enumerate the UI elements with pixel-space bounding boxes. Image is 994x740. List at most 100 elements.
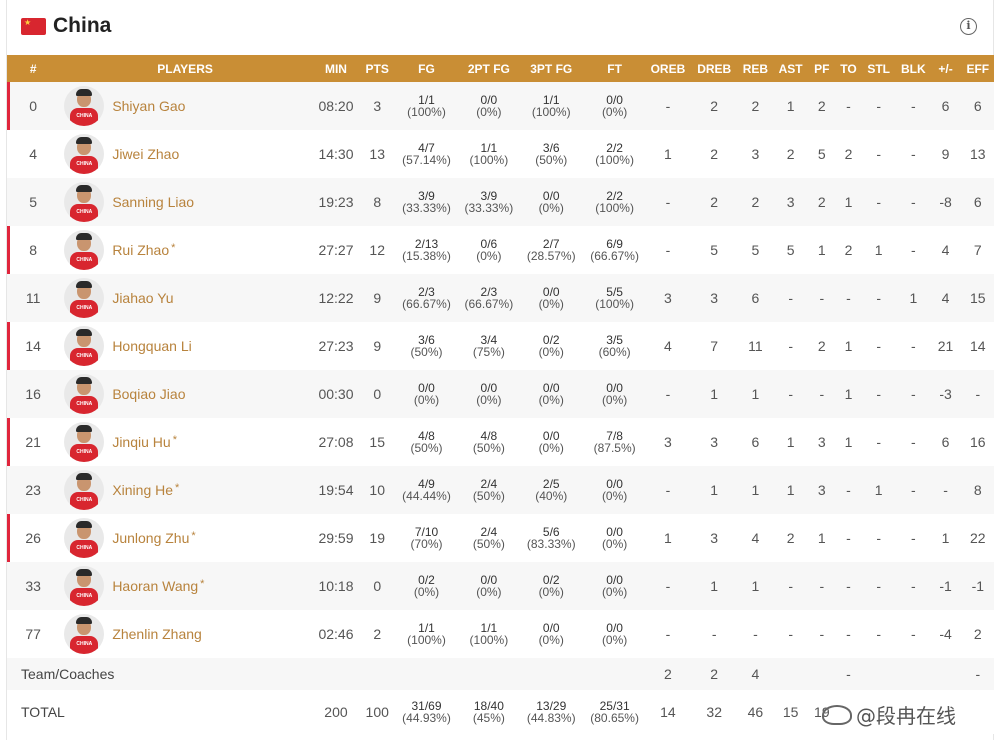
cell-jersey-number: 14 <box>7 322 59 370</box>
cell-pts: 15 <box>369 434 385 450</box>
player-row[interactable]: 21 CHINA Jinqiu Hu * 27:08 15 4/8 (50%) 4/8 (50%)… <box>7 418 994 466</box>
cell-fg: 2/3 (66.67%) <box>402 285 451 311</box>
col-header-stl[interactable]: STL <box>861 55 896 82</box>
player-avatar[interactable]: CHINA <box>64 230 105 270</box>
player-row[interactable]: 23 CHINA Xining He * 19:54 10 4/9 (44.44%) 2/4 (5… <box>7 466 994 514</box>
col-header-dreb[interactable]: DREB <box>691 55 737 82</box>
cell-eff: - <box>975 666 981 682</box>
info-icon[interactable]: i <box>960 18 977 35</box>
cell-reb: 5 <box>751 242 760 258</box>
cell-blk: - <box>911 338 916 354</box>
cell-ft: 6/9 (66.67%) <box>590 237 639 263</box>
cell-jersey-number: 21 <box>7 418 59 466</box>
player-name-link[interactable]: Shiyan Gao <box>112 98 187 114</box>
cell-player: CHINA Junlong Zhu * <box>59 514 311 562</box>
player-name-link[interactable]: Haoran Wang * <box>112 578 204 594</box>
player-name-link[interactable]: Jinqiu Hu * <box>112 434 177 450</box>
cell-reb: 4 <box>751 530 760 546</box>
player-row[interactable]: 5 CHINA Sanning Liao 19:23 8 3/9 (33.33%) 3/9 (3… <box>7 178 994 226</box>
cell-pts: 8 <box>373 194 382 210</box>
col-header-3pt-fg[interactable]: 3PT FG <box>518 55 584 82</box>
cell-reb: 6 <box>751 434 760 450</box>
cell-oreb: 1 <box>664 530 672 546</box>
cell-pf: 1 <box>817 242 826 258</box>
player-row[interactable]: 33 CHINA Haoran Wang * 10:18 0 0/2 (0%) 0/0 (0%) 0… <box>7 562 994 610</box>
cell-eff: 8 <box>973 482 982 498</box>
player-avatar[interactable]: CHINA <box>64 566 105 606</box>
player-row[interactable]: 26 CHINA Junlong Zhu * 29:59 19 7/10 (70%) 2/4 (5… <box>7 514 994 562</box>
col-header-players[interactable]: PLAYERS <box>59 55 311 82</box>
player-row[interactable]: 14 CHINA Hongquan Li 27:23 9 3/6 (50%) 3/4 (75%)… <box>7 322 994 370</box>
player-avatar[interactable]: CHINA <box>64 470 105 510</box>
cell-2pt-fg: 1/1 (100%) <box>469 621 509 647</box>
player-row[interactable]: 0 CHINA Shiyan Gao 08:20 3 1/1 (100%) 0/0 (0%) 1/… <box>7 82 994 130</box>
cell-jersey-number: 0 <box>7 82 59 130</box>
cell-min: 200 <box>324 704 348 720</box>
cell-stl: 1 <box>874 242 883 258</box>
cell-player: CHINA Zhenlin Zhang <box>59 610 311 658</box>
player-avatar[interactable]: CHINA <box>64 422 105 462</box>
player-row[interactable]: 77 CHINA Zhenlin Zhang 02:46 2 1/1 (100%) 1/1 (1… <box>7 610 994 658</box>
cell-blk: - <box>911 482 916 498</box>
col-header-blk[interactable]: BLK <box>896 55 930 82</box>
cell-pts: 2 <box>373 626 382 642</box>
cell-ast: 1 <box>786 434 795 450</box>
player-name-link[interactable]: Sanning Liao <box>112 194 196 210</box>
table-header-row: # PLAYERS MIN PTS FG 2PT FG 3PT FG FT OR… <box>7 55 994 82</box>
cell-reb: 2 <box>751 98 760 114</box>
player-row[interactable]: 16 CHINA Boqiao Jiao 00:30 0 0/0 (0%) 0/0 (0%) 0/… <box>7 370 994 418</box>
cell-pf: 3 <box>817 434 826 450</box>
cell-to: - <box>846 290 851 306</box>
col-header-num[interactable]: # <box>7 55 59 82</box>
player-avatar[interactable]: CHINA <box>64 134 105 174</box>
player-name-link[interactable]: Zhenlin Zhang <box>112 626 204 642</box>
col-header-eff[interactable]: EFF <box>961 55 994 82</box>
col-header-plus-minus[interactable]: +/- <box>930 55 960 82</box>
col-header-reb[interactable]: REB <box>737 55 773 82</box>
player-name-link[interactable]: Rui Zhao * <box>112 242 175 258</box>
player-name-link[interactable]: Jiahao Yu <box>112 290 175 306</box>
player-name-link[interactable]: Jiwei Zhao <box>112 146 181 162</box>
cell-blk: - <box>911 578 916 594</box>
player-row[interactable]: 4 CHINA Jiwei Zhao 14:30 13 4/7 (57.14%) 1/1 (10… <box>7 130 994 178</box>
cell-pf: 2 <box>817 194 826 210</box>
cell-blk: - <box>911 194 916 210</box>
cell-3pt-fg: 3/6 (50%) <box>535 141 568 167</box>
weibo-watermark: @段冉在线 <box>822 700 994 732</box>
player-avatar[interactable]: CHINA <box>64 326 105 366</box>
col-header-2pt-fg[interactable]: 2PT FG <box>460 55 518 82</box>
col-header-pf[interactable]: PF <box>808 55 836 82</box>
col-header-ast[interactable]: AST <box>774 55 808 82</box>
col-header-ft[interactable]: FT <box>584 55 644 82</box>
player-avatar[interactable]: CHINA <box>64 518 105 558</box>
col-header-to[interactable]: TO <box>836 55 861 82</box>
cell-ft: 2/2 (100%) <box>595 141 634 167</box>
player-name-link[interactable]: Xining He * <box>112 482 179 498</box>
cell-player: CHINA Boqiao Jiao <box>59 370 311 418</box>
player-name-link[interactable]: Junlong Zhu * <box>112 530 195 546</box>
team-name: China <box>53 14 112 37</box>
player-avatar[interactable]: CHINA <box>64 614 105 654</box>
player-avatar[interactable]: CHINA <box>64 278 105 318</box>
col-header-oreb[interactable]: OREB <box>645 55 691 82</box>
col-header-fg[interactable]: FG <box>393 55 459 82</box>
cell-pf: 2 <box>817 338 826 354</box>
cell-oreb: - <box>665 242 671 258</box>
player-avatar[interactable]: CHINA <box>64 374 105 414</box>
player-name-link[interactable]: Boqiao Jiao <box>112 386 187 402</box>
cell-3pt-fg: 2/7 (28.57%) <box>526 237 576 263</box>
player-row[interactable]: 11 CHINA Jiahao Yu 12:22 9 2/3 (66.67%) 2/3 (66.… <box>7 274 994 322</box>
player-row[interactable]: 8 CHINA Rui Zhao * 27:27 12 2/13 (15.38%) 0/6 (0%… <box>7 226 994 274</box>
col-header-min[interactable]: MIN <box>311 55 361 82</box>
cell-pts: 0 <box>373 578 382 594</box>
cell-oreb: 3 <box>664 290 672 306</box>
player-avatar[interactable]: CHINA <box>64 182 105 222</box>
cell-dreb: 1 <box>710 578 719 594</box>
cell-ast: 5 <box>786 242 795 258</box>
player-name-link[interactable]: Hongquan Li <box>112 338 193 354</box>
cell-pf <box>808 658 836 690</box>
col-header-pts[interactable]: PTS <box>361 55 393 82</box>
cell-dreb: 2 <box>710 666 719 682</box>
player-avatar[interactable]: CHINA <box>64 86 105 126</box>
cell-player: CHINA Jiwei Zhao <box>59 130 311 178</box>
